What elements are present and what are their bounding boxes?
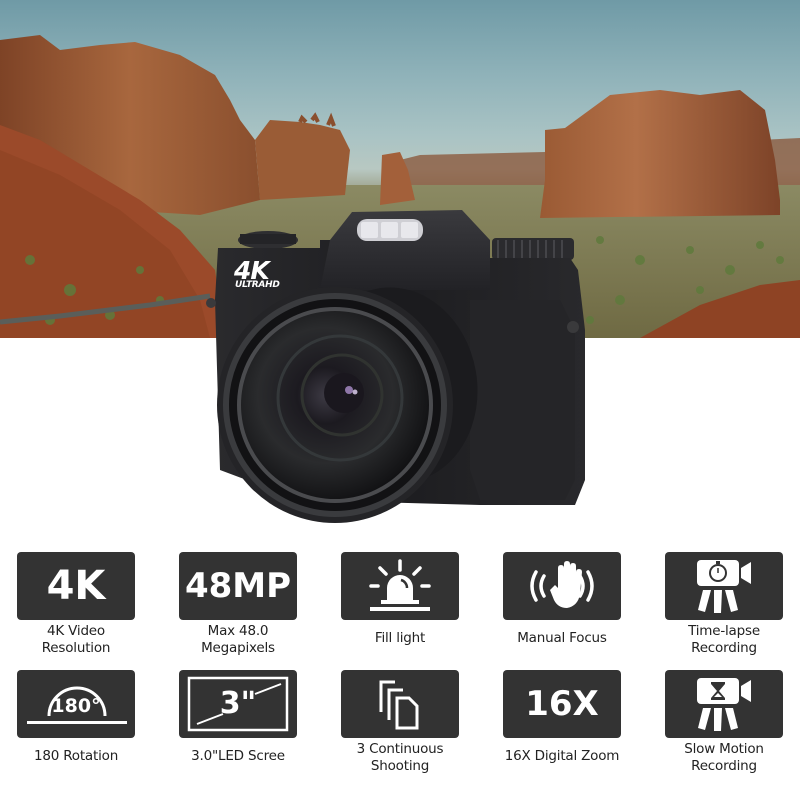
feature-timelapse: Time-lapse Recording bbox=[664, 552, 784, 657]
caption-line: Time-lapse bbox=[688, 623, 760, 639]
caption-line: 3 Continuous bbox=[356, 741, 444, 757]
feature-tile bbox=[341, 670, 459, 738]
feature-caption: Slow Motion Recording bbox=[664, 741, 784, 775]
feature-tile: 16X bbox=[503, 670, 621, 738]
tile-label-4k: 4K bbox=[46, 563, 106, 609]
tile-label-180: 180° bbox=[51, 694, 101, 717]
feature-caption: 3.0"LED Scree bbox=[178, 748, 298, 765]
caption-line: 4K Video bbox=[47, 623, 105, 639]
continuous-shooting-icon bbox=[379, 680, 419, 730]
feature-caption: Time-lapse Recording bbox=[664, 623, 784, 657]
feature-tile bbox=[341, 552, 459, 620]
caption-line: Manual Focus bbox=[517, 630, 607, 646]
feature-4k-video: 4K 4K Video Resolution bbox=[16, 552, 136, 657]
feature-fill-light: Fill light bbox=[340, 552, 460, 647]
feature-tile bbox=[665, 552, 783, 620]
feature-caption: Fill light bbox=[340, 630, 460, 647]
feature-16x-zoom: 16X 16X Digital Zoom bbox=[502, 670, 622, 765]
feature-caption: 3 Continuous Shooting bbox=[340, 741, 460, 775]
feature-caption: 180 Rotation bbox=[16, 748, 136, 765]
caption-line: Fill light bbox=[374, 630, 426, 646]
timelapse-camera-icon bbox=[697, 560, 751, 613]
caption-line: 180 Rotation bbox=[33, 748, 119, 764]
feature-caption: 16X Digital Zoom bbox=[502, 748, 622, 765]
canyon-scene bbox=[0, 35, 800, 338]
feature-tile bbox=[503, 552, 621, 620]
feature-manual-focus: Manual Focus bbox=[502, 552, 622, 647]
hand-focus-icon bbox=[530, 561, 594, 608]
feature-caption: 4K Video Resolution bbox=[16, 623, 136, 657]
slowmotion-camera-icon bbox=[697, 678, 751, 731]
feature-3in-screen: 3" 3.0"LED Scree bbox=[178, 670, 298, 765]
caption-line: Shooting bbox=[370, 758, 430, 774]
tile-label-3in: 3" bbox=[219, 686, 257, 721]
tile-label-48mp: 48MP bbox=[184, 566, 292, 606]
fill-light-icon bbox=[369, 559, 431, 611]
feature-180-rotation: 180° 180 Rotation bbox=[16, 670, 136, 765]
caption-line: Recording bbox=[691, 640, 757, 656]
feature-tile: 48MP bbox=[179, 552, 297, 620]
caption-line: Resolution bbox=[41, 640, 111, 656]
feature-caption: Manual Focus bbox=[502, 630, 622, 647]
feature-tile: 3" bbox=[179, 670, 297, 738]
feature-48mp: 48MP Max 48.0 Megapixels bbox=[178, 552, 298, 657]
caption-line: Megapixels bbox=[201, 640, 275, 656]
caption-line: 16X Digital Zoom bbox=[504, 748, 620, 764]
feature-slow-motion: Slow Motion Recording bbox=[664, 670, 784, 775]
feature-caption: Max 48.0 Megapixels bbox=[178, 623, 298, 657]
caption-line: Max 48.0 bbox=[207, 623, 269, 639]
feature-tile: 180° bbox=[17, 670, 135, 738]
feature-grid: 4K 4K Video Resolution 48MP Max 48.0 Meg… bbox=[0, 550, 800, 800]
caption-line: 3.0"LED Scree bbox=[191, 748, 285, 764]
caption-line: Slow Motion bbox=[684, 741, 764, 757]
feature-tile: 4K bbox=[17, 552, 135, 620]
feature-continuous-shooting: 3 Continuous Shooting bbox=[340, 670, 460, 775]
feature-tile bbox=[665, 670, 783, 738]
tile-label-16x: 16X bbox=[525, 684, 599, 724]
caption-line: Recording bbox=[691, 758, 757, 774]
hero-landscape-image bbox=[0, 0, 800, 338]
